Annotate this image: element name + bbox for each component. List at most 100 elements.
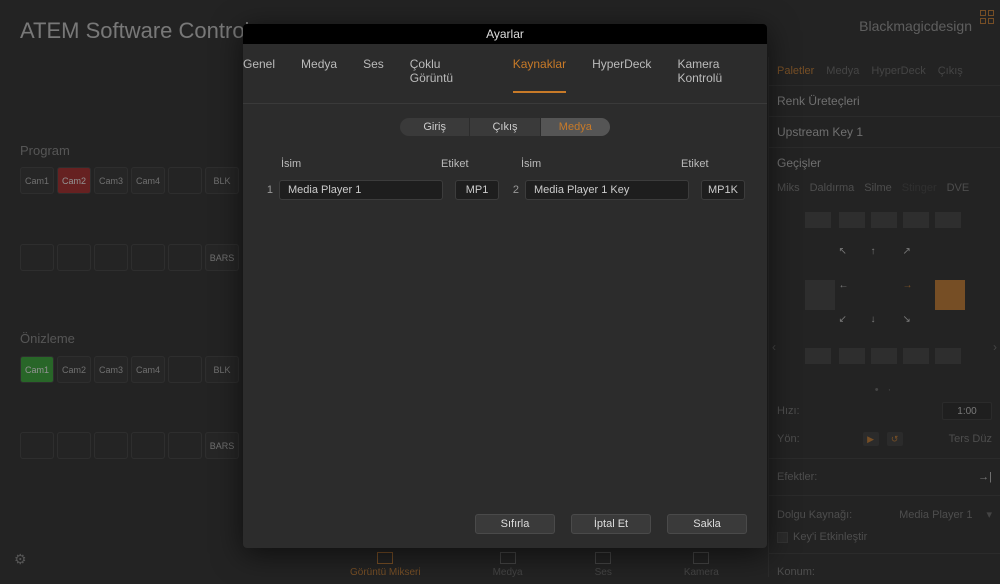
- preview-source[interactable]: Cam4: [131, 356, 165, 383]
- source-segment: Giriş Çıkış Medya: [400, 118, 610, 136]
- segment-input[interactable]: Giriş: [400, 118, 470, 136]
- source-name-input[interactable]: [279, 180, 443, 200]
- arrow-icon: →|: [978, 471, 992, 483]
- col-name: İsim: [265, 158, 441, 170]
- bottom-nav-media[interactable]: Medya: [493, 552, 523, 578]
- page-dots: • ·: [769, 384, 1000, 396]
- loop-icon[interactable]: ↺: [887, 432, 903, 446]
- dve-pattern[interactable]: [871, 212, 897, 228]
- position-label: Konum:: [777, 566, 815, 578]
- aux-source[interactable]: [57, 432, 91, 459]
- app-title: ATEM Software Control: [20, 18, 249, 44]
- preview-source-blk[interactable]: BLK: [205, 356, 239, 383]
- trans-wipe[interactable]: Silme: [864, 182, 892, 194]
- dve-pattern[interactable]: [871, 348, 897, 364]
- trans-dip[interactable]: Daldırma: [810, 182, 855, 194]
- program-label: Program: [20, 143, 70, 158]
- aux-source[interactable]: [94, 244, 128, 271]
- trans-dve[interactable]: DVE: [947, 182, 970, 194]
- section-color-gen[interactable]: Renk Üreteçleri: [769, 85, 1000, 116]
- tab-general[interactable]: Genel: [243, 57, 275, 93]
- dve-pattern[interactable]: [805, 280, 835, 310]
- section-upstream-key[interactable]: Upstream Key 1: [769, 116, 1000, 147]
- program-source[interactable]: Cam4: [131, 167, 165, 194]
- dve-pattern[interactable]: [839, 348, 865, 364]
- reset-button[interactable]: Sıfırla: [475, 514, 555, 534]
- gear-icon[interactable]: ⚙: [14, 551, 27, 568]
- aux-source[interactable]: [57, 244, 91, 271]
- save-button[interactable]: Sakla: [667, 514, 747, 534]
- reverse-label: Ters Düz: [949, 433, 992, 445]
- row-index: 1: [265, 184, 273, 196]
- dve-pattern[interactable]: [805, 348, 831, 364]
- direction-label: Yön:: [777, 433, 800, 445]
- dve-pattern[interactable]: [839, 212, 865, 228]
- aux-source[interactable]: [168, 432, 202, 459]
- aux-source[interactable]: [20, 244, 54, 271]
- play-icon[interactable]: ▶: [863, 432, 879, 446]
- right-tab-hyperdeck[interactable]: HyperDeck: [871, 65, 925, 77]
- preview-source[interactable]: Cam1: [20, 356, 54, 383]
- tab-hyperdeck[interactable]: HyperDeck: [592, 57, 651, 93]
- tab-camera-control[interactable]: Kamera Kontrolü: [677, 57, 767, 93]
- source-label-input[interactable]: [701, 180, 745, 200]
- rate-input[interactable]: [942, 402, 992, 420]
- dve-pattern[interactable]: [903, 348, 929, 364]
- aux-source-bars[interactable]: BARS: [205, 432, 239, 459]
- trans-stinger[interactable]: Stinger: [902, 182, 937, 194]
- program-source[interactable]: Cam1: [20, 167, 54, 194]
- preview-source[interactable]: [168, 356, 202, 383]
- bottom-nav-switcher[interactable]: Görüntü Mikseri: [350, 552, 421, 578]
- aux-source[interactable]: [168, 244, 202, 271]
- program-bus: Cam1 Cam2 Cam3 Cam4 BLK: [20, 167, 239, 194]
- dve-pattern[interactable]: [935, 348, 961, 364]
- dve-pattern-selected[interactable]: [935, 280, 965, 310]
- key-checkbox[interactable]: [777, 532, 788, 543]
- settings-dialog: Ayarlar Genel Medya Ses Çoklu Görüntü Ka…: [243, 24, 767, 548]
- tab-audio[interactable]: Ses: [363, 57, 384, 93]
- right-tab-palettes[interactable]: Paletler: [777, 65, 814, 77]
- program-source-blk[interactable]: BLK: [205, 167, 239, 194]
- section-transitions[interactable]: Geçişler: [769, 147, 1000, 178]
- source-label-input[interactable]: [455, 180, 499, 200]
- source-name-input[interactable]: [525, 180, 689, 200]
- dve-pattern-grid: ↖↑↗ ←→ ↙↓↘: [805, 212, 965, 378]
- trans-mix[interactable]: Miks: [777, 182, 800, 194]
- program-source[interactable]: Cam2: [57, 167, 91, 194]
- segment-media[interactable]: Medya: [541, 118, 610, 136]
- preview-label: Önizleme: [20, 331, 75, 346]
- tab-media[interactable]: Medya: [301, 57, 337, 93]
- preview-source[interactable]: Cam3: [94, 356, 128, 383]
- aux-source-bars[interactable]: BARS: [205, 244, 239, 271]
- cancel-button[interactable]: İptal Et: [571, 514, 651, 534]
- aux-source[interactable]: [131, 432, 165, 459]
- aux-source[interactable]: [131, 244, 165, 271]
- segment-output[interactable]: Çıkış: [470, 118, 540, 136]
- key-enable-label: Key'i Etkinleştir: [793, 531, 867, 543]
- program-source[interactable]: [168, 167, 202, 194]
- preview-source[interactable]: Cam2: [57, 356, 91, 383]
- tab-sources[interactable]: Kaynaklar: [513, 57, 566, 93]
- bottom-nav-audio[interactable]: Ses: [595, 552, 612, 578]
- chevron-right-icon[interactable]: ›: [990, 337, 1000, 357]
- aux-source[interactable]: [94, 432, 128, 459]
- aux-source[interactable]: [20, 432, 54, 459]
- tab-multiview[interactable]: Çoklu Görüntü: [410, 57, 487, 93]
- program-aux-bus: BARS: [20, 244, 239, 271]
- right-tab-media[interactable]: Medya: [826, 65, 859, 77]
- col-label: Etiket: [441, 158, 491, 170]
- fill-source-value[interactable]: Media Player 1: [899, 509, 972, 521]
- chevron-left-icon[interactable]: ‹: [769, 337, 779, 357]
- source-row: 1 2: [265, 180, 745, 200]
- dve-pattern[interactable]: [935, 212, 961, 228]
- dve-pattern[interactable]: [903, 212, 929, 228]
- effects-label: Efektler:: [777, 471, 817, 483]
- brand-logo: [980, 10, 994, 24]
- program-source[interactable]: Cam3: [94, 167, 128, 194]
- col-name: İsim: [505, 158, 681, 170]
- right-tab-output[interactable]: Çıkış: [938, 65, 963, 77]
- dve-pattern[interactable]: [805, 212, 831, 228]
- rate-label: Hızı:: [777, 405, 800, 417]
- dialog-title: Ayarlar: [243, 24, 767, 44]
- bottom-nav-camera[interactable]: Kamera: [684, 552, 719, 578]
